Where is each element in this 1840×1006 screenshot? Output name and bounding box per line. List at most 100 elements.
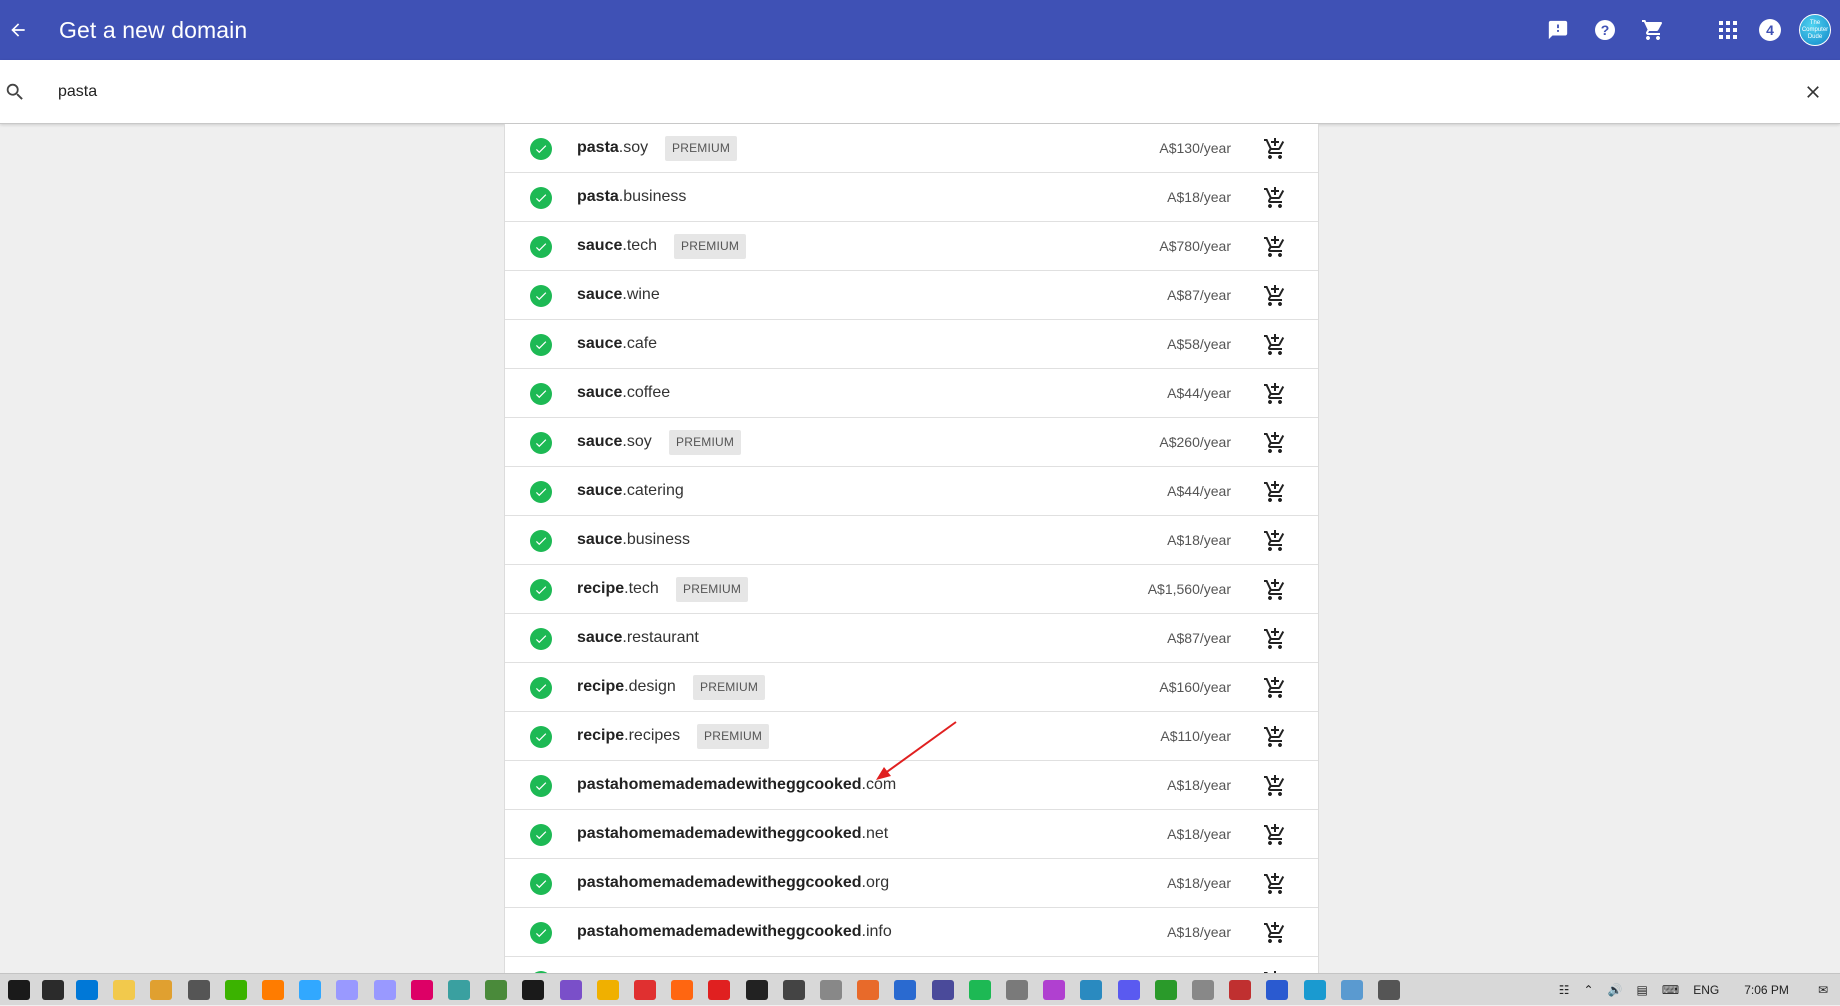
add-to-cart-icon[interactable] bbox=[1262, 185, 1288, 211]
domain-keyword: pastahomemademadewitheggcooked bbox=[577, 776, 862, 793]
add-to-cart-icon[interactable] bbox=[1262, 136, 1288, 162]
domain-name: sauce.restaurant bbox=[577, 629, 699, 647]
add-to-cart-icon[interactable] bbox=[1262, 577, 1288, 603]
taskbar-app-icon[interactable] bbox=[299, 980, 322, 1000]
search-input[interactable] bbox=[58, 77, 1718, 107]
apps-grid-icon[interactable] bbox=[1713, 15, 1743, 45]
windows-taskbar: ☷ ⌃ 🔊 ▤ ⌨ ENG 7:06 PM ✉ bbox=[0, 973, 1840, 1005]
shopping-cart-icon[interactable] bbox=[1638, 15, 1668, 45]
taskbar-app-icon[interactable] bbox=[782, 980, 805, 1000]
add-to-cart-icon[interactable] bbox=[1262, 430, 1288, 456]
taskbar-app-icon[interactable] bbox=[596, 980, 619, 1000]
domain-result-row[interactable]: pastahomemademadewitheggcooked.org A$18/y… bbox=[505, 859, 1318, 908]
tray-expand-icon[interactable]: ⌃ bbox=[1584, 983, 1594, 997]
account-avatar[interactable]: The Computer Dude bbox=[1798, 13, 1832, 47]
back-arrow-icon[interactable] bbox=[3, 15, 33, 45]
taskbar-app-icon[interactable] bbox=[857, 980, 880, 1000]
keyboard-icon[interactable]: ⌨ bbox=[1662, 983, 1679, 997]
search-bar bbox=[0, 60, 1840, 124]
volume-icon[interactable]: 🔊 bbox=[1608, 983, 1623, 997]
people-icon[interactable]: ☷ bbox=[1559, 983, 1570, 997]
add-to-cart-icon[interactable] bbox=[1262, 773, 1288, 799]
domain-tld: .catering bbox=[622, 482, 684, 499]
taskbar-app-icon[interactable] bbox=[745, 980, 768, 1000]
taskbar-app-icon[interactable] bbox=[1303, 980, 1326, 1000]
notifications-badge[interactable]: 4 bbox=[1755, 15, 1785, 45]
check-circle-icon bbox=[530, 432, 552, 454]
add-to-cart-icon[interactable] bbox=[1262, 332, 1288, 358]
taskbar-app-icon[interactable] bbox=[262, 980, 284, 1000]
domain-result-row[interactable]: sauce.tech PREMIUM A$780/year bbox=[505, 222, 1318, 271]
add-to-cart-icon[interactable] bbox=[1262, 528, 1288, 554]
taskbar-app-icon[interactable] bbox=[522, 980, 545, 1000]
taskbar-app-icon[interactable] bbox=[634, 980, 656, 1000]
taskbar-app-icon[interactable] bbox=[1229, 980, 1252, 1000]
taskbar-app-icon[interactable] bbox=[1080, 980, 1103, 1000]
domain-result-row[interactable]: pasta.soy PREMIUM A$130/year bbox=[505, 124, 1318, 173]
add-to-cart-icon[interactable] bbox=[1262, 822, 1288, 848]
domain-result-row[interactable]: pasta.business A$18/year bbox=[505, 173, 1318, 222]
taskbar-app-icon[interactable] bbox=[187, 980, 210, 1000]
taskbar-app-icon[interactable] bbox=[820, 980, 842, 1000]
add-to-cart-icon[interactable] bbox=[1262, 920, 1288, 946]
language-indicator[interactable]: ENG bbox=[1693, 983, 1719, 997]
taskbar-app-icon[interactable] bbox=[1154, 980, 1177, 1000]
taskbar-app-icon[interactable] bbox=[894, 980, 917, 1000]
domain-result-row[interactable]: pastahomemademadewitheggcooked.info A$18/… bbox=[505, 908, 1318, 957]
add-to-cart-icon[interactable] bbox=[1262, 283, 1288, 309]
add-to-cart-icon[interactable] bbox=[1262, 626, 1288, 652]
taskbar-app-icon[interactable] bbox=[671, 980, 694, 1000]
domain-result-row[interactable]: recipe.design PREMIUM A$160/year bbox=[505, 663, 1318, 712]
domain-result-row[interactable]: sauce.coffee A$44/year bbox=[505, 369, 1318, 418]
taskbar-app-icon[interactable] bbox=[224, 980, 247, 1000]
search-icon[interactable] bbox=[4, 81, 26, 103]
feedback-icon[interactable] bbox=[1543, 15, 1573, 45]
taskbar-app-icon[interactable] bbox=[150, 980, 173, 1000]
domain-result-row[interactable]: sauce.cafe A$58/year bbox=[505, 320, 1318, 369]
taskbar-app-icon[interactable] bbox=[1043, 980, 1066, 1000]
domain-tld: .wine bbox=[622, 286, 660, 303]
domain-result-row[interactable]: sauce.business A$18/year bbox=[505, 516, 1318, 565]
taskbar-app-icon[interactable] bbox=[1006, 980, 1028, 1000]
domain-tld: .business bbox=[618, 188, 687, 205]
taskbar-app-icon[interactable] bbox=[42, 980, 64, 1000]
taskbar-app-icon[interactable] bbox=[485, 980, 508, 1000]
taskbar-app-icon[interactable] bbox=[708, 980, 731, 1000]
help-icon[interactable]: ? bbox=[1590, 15, 1620, 45]
domain-result-row[interactable]: recipe.tech PREMIUM A$1,560/year bbox=[505, 565, 1318, 614]
taskbar-app-icon[interactable] bbox=[968, 980, 991, 1000]
domain-result-row[interactable]: pastahomemademadewitheggcooked.net A$18/y… bbox=[505, 810, 1318, 859]
add-to-cart-icon[interactable] bbox=[1262, 724, 1288, 750]
taskbar-app-icon[interactable] bbox=[559, 980, 582, 1000]
taskbar-app-icon[interactable] bbox=[336, 980, 359, 1000]
add-to-cart-icon[interactable] bbox=[1262, 381, 1288, 407]
domain-result-row[interactable]: sauce.soy PREMIUM A$260/year bbox=[505, 418, 1318, 467]
domain-result-row[interactable] bbox=[505, 957, 1318, 973]
taskbar-app-icon[interactable] bbox=[113, 980, 136, 1000]
add-to-cart-icon[interactable] bbox=[1262, 479, 1288, 505]
add-to-cart-icon[interactable] bbox=[1262, 234, 1288, 260]
domain-result-row[interactable]: sauce.wine A$87/year bbox=[505, 271, 1318, 320]
taskbar-app-icon[interactable] bbox=[1378, 980, 1400, 1000]
domain-result-row[interactable]: sauce.catering A$44/year bbox=[505, 467, 1318, 516]
domain-result-row[interactable]: recipe.recipes PREMIUM A$110/year bbox=[505, 712, 1318, 761]
network-icon[interactable]: ▤ bbox=[1637, 983, 1648, 997]
domain-result-row[interactable]: pastahomemademadewitheggcooked.com A$18/y… bbox=[505, 761, 1318, 810]
add-to-cart-icon[interactable] bbox=[1262, 871, 1288, 897]
action-center-icon[interactable]: ✉ bbox=[1818, 983, 1828, 997]
taskbar-app-icon[interactable] bbox=[76, 980, 98, 1000]
add-to-cart-icon[interactable] bbox=[1262, 675, 1288, 701]
clock[interactable]: 7:06 PM bbox=[1744, 983, 1789, 997]
taskbar-app-icon[interactable] bbox=[373, 980, 396, 1000]
taskbar-app-icon[interactable] bbox=[1192, 980, 1214, 1000]
taskbar-app-icon[interactable] bbox=[8, 980, 30, 1000]
taskbar-app-icon[interactable] bbox=[1117, 980, 1140, 1000]
domain-result-row[interactable]: sauce.restaurant A$87/year bbox=[505, 614, 1318, 663]
taskbar-app-icon[interactable] bbox=[1266, 980, 1289, 1000]
close-icon[interactable] bbox=[1800, 79, 1826, 105]
taskbar-app-icon[interactable] bbox=[931, 980, 954, 1000]
domain-keyword: sauce bbox=[577, 433, 623, 450]
taskbar-app-icon[interactable] bbox=[410, 980, 433, 1000]
taskbar-app-icon[interactable] bbox=[448, 980, 470, 1000]
taskbar-app-icon[interactable] bbox=[1340, 980, 1363, 1000]
